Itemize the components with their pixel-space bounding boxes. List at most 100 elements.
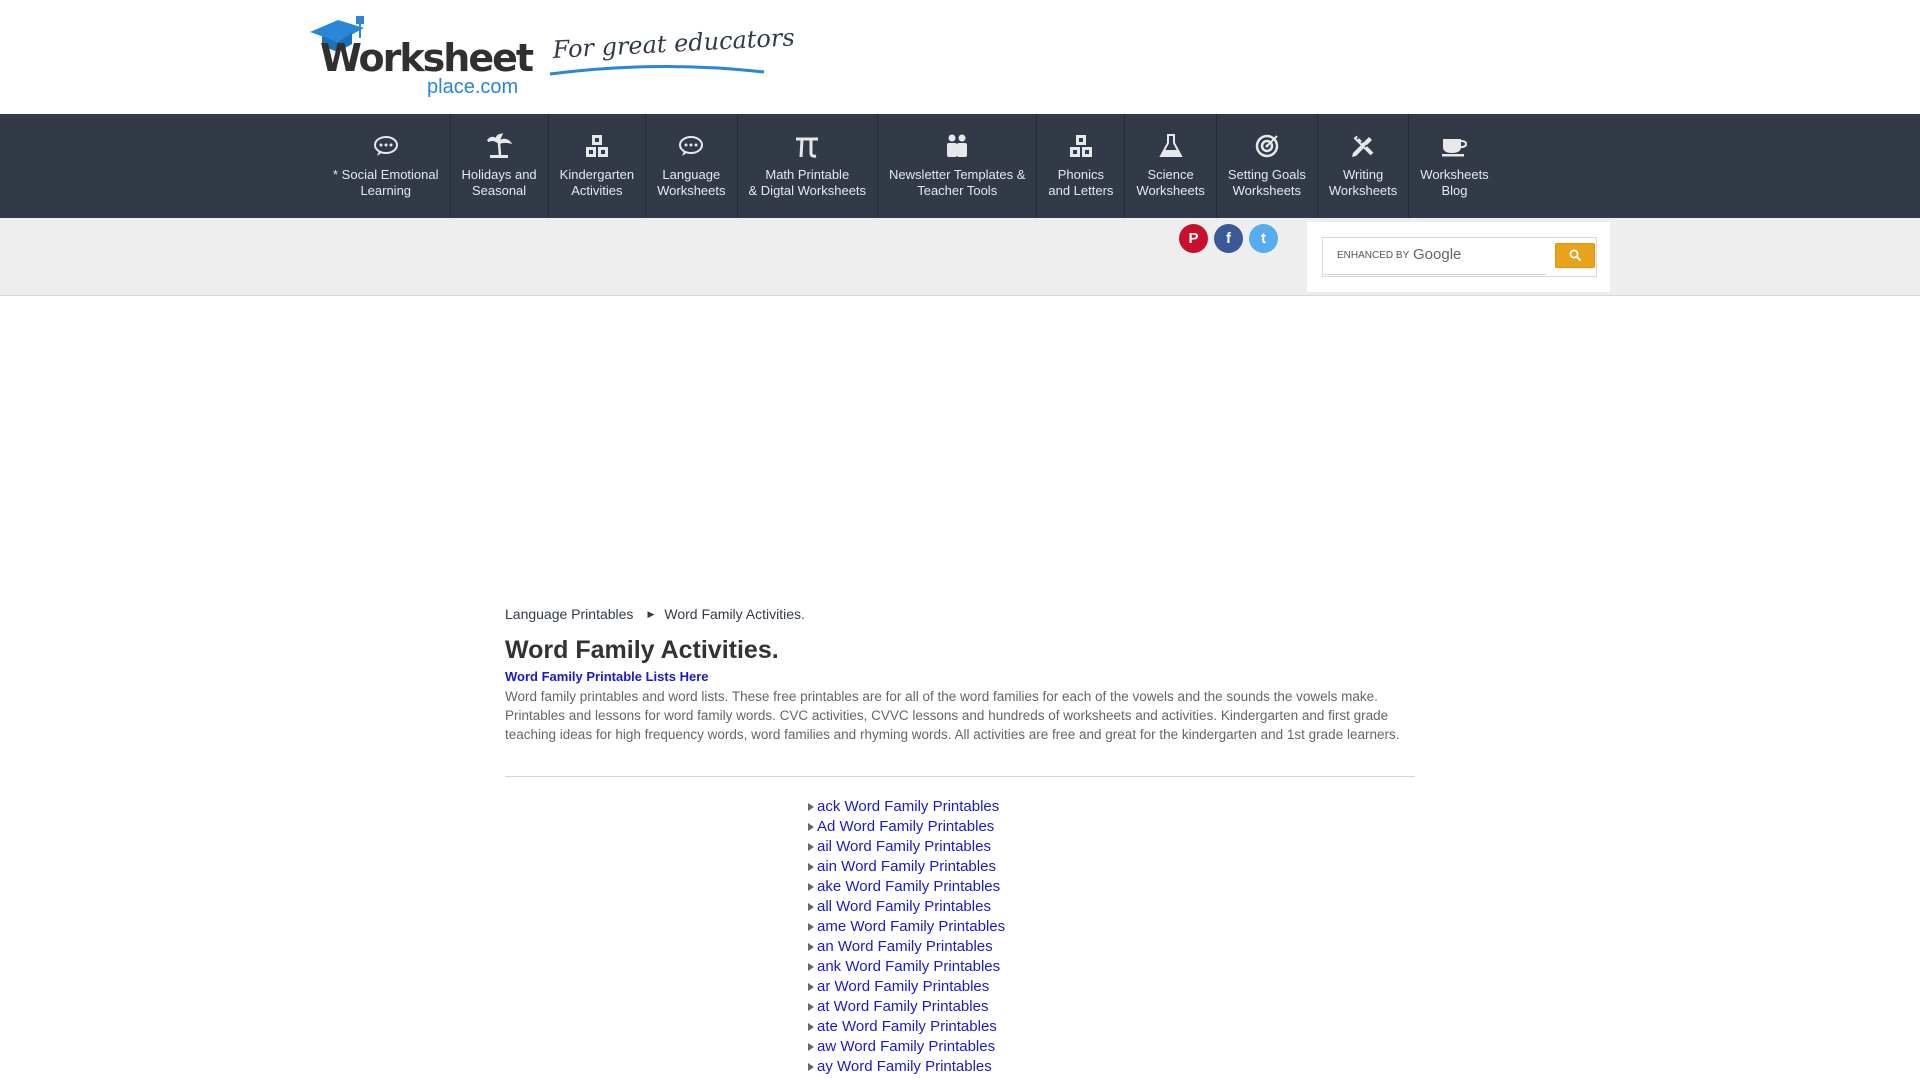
bullet-arrow-icon: [808, 1063, 814, 1071]
people-icon: [943, 132, 971, 160]
site-logo[interactable]: Worksheet place.com: [308, 16, 534, 98]
list-item: ate Word Family Printables: [808, 1016, 1005, 1036]
word-family-link[interactable]: ay Word Family Printables: [817, 1058, 992, 1075]
tagline-swoosh-icon: [549, 64, 765, 76]
bullet-arrow-icon: [808, 823, 814, 831]
nav-item-setting-goals[interactable]: Setting Goals Worksheets: [1217, 114, 1318, 218]
bullet-arrow-icon: [808, 1043, 814, 1051]
tagline: For great educators: [548, 23, 795, 82]
list-item: ail Word Family Printables: [808, 836, 1005, 856]
caret-right-icon: ▶: [647, 608, 655, 619]
blocks-icon: [583, 132, 611, 160]
list-item: ar Word Family Printables: [808, 976, 1005, 996]
word-family-link[interactable]: aw Word Family Printables: [817, 1038, 995, 1055]
word-family-link[interactable]: at Word Family Printables: [817, 998, 988, 1015]
list-item: ame Word Family Printables: [808, 916, 1005, 936]
list-item: at Word Family Printables: [808, 996, 1005, 1016]
page-title: Word Family Activities.: [505, 636, 779, 664]
bullet-arrow-icon: [808, 903, 814, 911]
list-item: ack Word Family Printables: [808, 796, 1005, 816]
main-nav: * Social Emotional Learning Holidays and…: [0, 114, 1920, 218]
word-family-link[interactable]: an Word Family Printables: [817, 938, 993, 955]
speech-bubble-icon: [372, 132, 400, 160]
pencil-ruler-icon: [1349, 132, 1377, 160]
bullet-arrow-icon: [808, 883, 814, 891]
nav-item-science[interactable]: Science Worksheets: [1125, 114, 1217, 218]
list-item: Ad Word Family Printables: [808, 816, 1005, 836]
breadcrumb-parent-link[interactable]: Language Printables: [505, 606, 633, 622]
palm-tree-icon: [485, 132, 513, 160]
word-family-link[interactable]: Ad Word Family Printables: [817, 818, 994, 835]
nav-label: Writing Worksheets: [1328, 167, 1398, 198]
tagline-text: For great educators: [552, 23, 796, 64]
divider: [505, 776, 1415, 777]
word-family-link[interactable]: ake Word Family Printables: [817, 878, 1000, 895]
intro-paragraph: Word family printables and word lists. T…: [505, 689, 1400, 742]
nav-item-writing[interactable]: Writing Worksheets: [1318, 114, 1410, 218]
nav-label: Phonics and Letters: [1048, 167, 1114, 198]
word-family-lists-link[interactable]: Word Family Printable Lists Here: [505, 669, 708, 684]
bullet-arrow-icon: [808, 983, 814, 991]
bullet-arrow-icon: [808, 843, 814, 851]
list-item: ank Word Family Printables: [808, 956, 1005, 976]
bullet-arrow-icon: [808, 963, 814, 971]
nav-label: Newsletter Templates & Teacher Tools: [889, 167, 1026, 198]
nav-item-kindergarten[interactable]: Kindergarten Activities: [549, 114, 647, 218]
word-family-link[interactable]: all Word Family Printables: [817, 898, 991, 915]
word-family-link[interactable]: ain Word Family Printables: [817, 858, 996, 875]
site-header: Worksheet place.com For great educators: [0, 0, 1920, 114]
bullet-arrow-icon: [808, 803, 814, 811]
search-box: ENHANCED BY Google: [1307, 222, 1610, 292]
word-family-link[interactable]: ack Word Family Printables: [817, 798, 999, 815]
bullet-arrow-icon: [808, 1003, 814, 1011]
word-family-link-list: ack Word Family Printables Ad Word Famil…: [808, 796, 1005, 1076]
breadcrumb-current: Word Family Activities.: [664, 606, 805, 622]
word-family-link[interactable]: ank Word Family Printables: [817, 958, 1000, 975]
toolbar-strip: P f t ENHANCED BY Google: [0, 218, 1920, 296]
flask-icon: [1157, 132, 1185, 160]
nav-item-blog[interactable]: Worksheets Blog: [1409, 114, 1499, 218]
blocks-icon: [1067, 132, 1095, 160]
nav-item-language[interactable]: Language Worksheets: [646, 114, 738, 218]
nav-item-newsletter[interactable]: Newsletter Templates & Teacher Tools: [878, 114, 1038, 218]
nav-label: Math Printable & Digtal Worksheets: [748, 167, 867, 198]
nav-label: Science Worksheets: [1136, 167, 1205, 198]
search-icon: [1569, 249, 1581, 262]
enhanced-by-label: ENHANCED BY: [1337, 250, 1410, 261]
nav-item-social-emotional[interactable]: * Social Emotional Learning: [322, 114, 451, 218]
bullet-arrow-icon: [808, 943, 814, 951]
search-button[interactable]: [1555, 243, 1595, 268]
speech-bubble-icon: [677, 132, 705, 160]
nav-label: Kindergarten Activities: [559, 167, 635, 198]
nav-item-phonics[interactable]: Phonics and Letters: [1037, 114, 1126, 218]
search-input[interactable]: ENHANCED BY Google: [1322, 237, 1546, 275]
list-item: ake Word Family Printables: [808, 876, 1005, 896]
nav-label: * Social Emotional Learning: [333, 167, 439, 198]
bullet-arrow-icon: [808, 1023, 814, 1031]
pi-icon: [793, 132, 821, 160]
google-label: Google: [1413, 246, 1462, 263]
logo-brand-text: Worksheet: [320, 36, 534, 80]
twitter-icon[interactable]: t: [1249, 224, 1278, 253]
nav-label: Holidays and Seasonal: [461, 167, 537, 198]
facebook-icon[interactable]: f: [1214, 224, 1243, 253]
bullet-arrow-icon: [808, 863, 814, 871]
word-family-link[interactable]: ail Word Family Printables: [817, 838, 991, 855]
target-icon: [1253, 132, 1281, 160]
list-item: all Word Family Printables: [808, 896, 1005, 916]
bullet-arrow-icon: [808, 923, 814, 931]
coffee-cup-icon: [1440, 132, 1468, 160]
list-item: ay Word Family Printables: [808, 1056, 1005, 1076]
word-family-link[interactable]: ame Word Family Printables: [817, 918, 1005, 935]
nav-label: Setting Goals Worksheets: [1227, 167, 1306, 198]
pinterest-icon[interactable]: P: [1179, 224, 1208, 253]
word-family-link[interactable]: ate Word Family Printables: [817, 1018, 997, 1035]
nav-label: Worksheets Blog: [1420, 167, 1489, 198]
nav-label: Language Worksheets: [657, 167, 726, 198]
breadcrumb: Language Printables ▶ Word Family Activi…: [505, 606, 805, 622]
word-family-link[interactable]: ar Word Family Printables: [817, 978, 989, 995]
list-item: an Word Family Printables: [808, 936, 1005, 956]
nav-item-holidays[interactable]: Holidays and Seasonal: [451, 114, 549, 218]
nav-item-math[interactable]: Math Printable & Digtal Worksheets: [738, 114, 879, 218]
logo-domain-text: place.com: [427, 76, 519, 98]
